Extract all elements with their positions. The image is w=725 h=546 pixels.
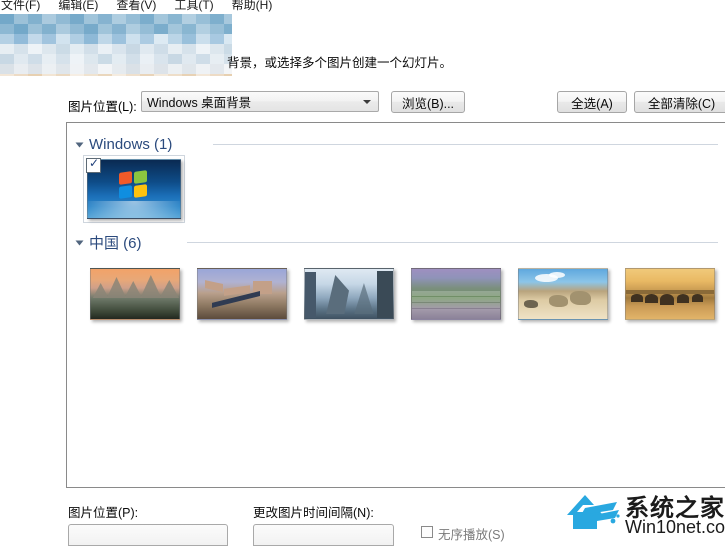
- browse-button[interactable]: 浏览(B)...: [391, 91, 465, 113]
- menu-item-edit[interactable]: 编辑(E): [49, 0, 107, 14]
- picture-location-label: 图片位置(L):: [68, 100, 137, 114]
- picture-position-combobox[interactable]: [68, 524, 228, 546]
- description-text: 背景，或选择多个图片创建一个幻灯片。: [227, 56, 453, 70]
- group-rule-windows: [213, 144, 718, 145]
- thumbnail-stone-bridge[interactable]: [622, 265, 718, 323]
- windows-logo-icon: [119, 169, 149, 200]
- thumbnail-image-guilin: [90, 268, 180, 320]
- group-rule-china: [187, 242, 718, 243]
- watermark-en-text: Win10net.com: [625, 517, 725, 537]
- thumbnail-image-great-wall: [197, 268, 287, 320]
- menu-item-help[interactable]: 帮助(H): [223, 0, 282, 14]
- menu-bar: 文件(F) 编辑(E) 查看(V) 工具(T) 帮助(H): [0, 0, 725, 14]
- group-title-windows: Windows (1): [89, 135, 173, 153]
- thumbnail-image-windows: [87, 159, 181, 219]
- shuffle-checkbox[interactable]: [421, 526, 433, 538]
- group-header-windows[interactable]: Windows (1): [75, 133, 173, 155]
- chevron-down-icon: [363, 100, 371, 104]
- thumbnail-windows-default[interactable]: ✓: [83, 155, 185, 223]
- picture-location-value: Windows 桌面背景: [147, 96, 252, 110]
- group-title-china: 中国 (6): [89, 234, 142, 252]
- thumbnail-image-misty-mountains: [304, 268, 394, 320]
- thumbnail-image-stone-bridge: [625, 268, 715, 320]
- change-interval-combobox[interactable]: [253, 524, 394, 546]
- select-all-button[interactable]: 全选(A): [557, 91, 627, 113]
- check-icon: ✓: [89, 156, 100, 170]
- thumbnail-beach[interactable]: [515, 265, 611, 323]
- thumbnail-misty-mountains[interactable]: [301, 265, 397, 323]
- picture-position-label: 图片位置(P):: [68, 506, 139, 520]
- menu-item-view[interactable]: 查看(V): [107, 0, 165, 14]
- thumbnail-image-rice-terraces: [411, 268, 501, 320]
- change-interval-label: 更改图片时间间隔(N):: [253, 506, 374, 520]
- clear-all-button[interactable]: 全部清除(C): [634, 91, 725, 113]
- thumbnail-guilin[interactable]: [87, 265, 183, 323]
- wallpaper-list-panel[interactable]: Windows (1) ✓ 中国 (6): [66, 122, 725, 488]
- thumbnail-checkbox[interactable]: ✓: [86, 156, 101, 173]
- thumbnail-image-beach: [518, 268, 608, 320]
- thumbnail-rice-terraces[interactable]: [408, 265, 504, 323]
- site-watermark: 系统之家 Win10net.com: [563, 487, 725, 541]
- watermark-logo-icon: [567, 495, 620, 529]
- thumbnail-great-wall[interactable]: [194, 265, 290, 323]
- shuffle-label: 无序播放(S): [438, 528, 505, 542]
- collapse-triangle-icon[interactable]: [75, 240, 84, 245]
- group-header-china[interactable]: 中国 (6): [75, 231, 142, 253]
- menu-item-file[interactable]: 文件(F): [0, 0, 49, 14]
- menu-item-tools[interactable]: 工具(T): [165, 0, 222, 14]
- collapse-triangle-icon[interactable]: [75, 142, 84, 147]
- picture-location-combobox[interactable]: Windows 桌面背景: [141, 91, 379, 112]
- censored-mosaic-region: [0, 14, 232, 76]
